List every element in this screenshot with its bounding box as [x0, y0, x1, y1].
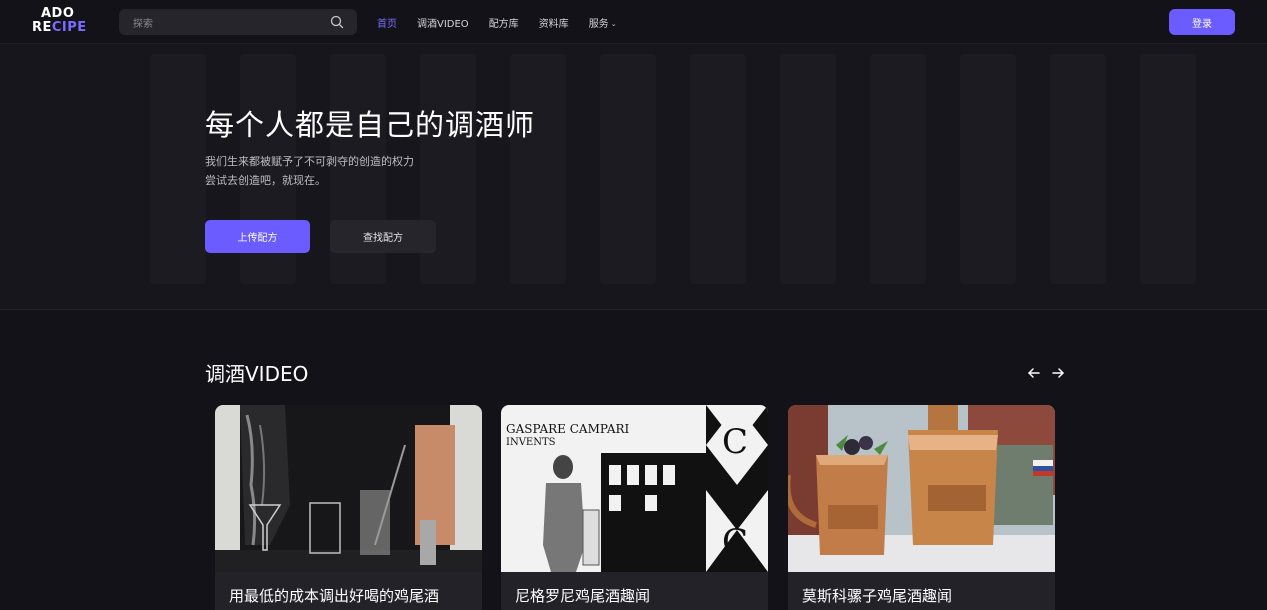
video-card[interactable]: 用最低的成本调出好喝的鸡尾酒	[215, 405, 482, 610]
chevron-down-icon: ⌄	[610, 20, 617, 28]
arrow-right-icon[interactable]	[1051, 366, 1065, 380]
menu-item-recipes[interactable]: 配方库	[489, 15, 519, 30]
search-placeholder: 探索	[133, 19, 153, 30]
video-card[interactable]: 莫斯科骡子鸡尾酒趣闻	[788, 405, 1055, 610]
video-card-title: 用最低的成本调出好喝的鸡尾酒	[229, 587, 440, 605]
video-card-title: 莫斯科骡子鸡尾酒趣闻	[802, 587, 953, 605]
logo-line1: ADO	[41, 6, 75, 21]
video-card-title: 尼格罗尼鸡尾酒趣闻	[515, 587, 651, 605]
hero-title: 每个人都是自己的调酒师	[205, 108, 536, 142]
login-button[interactable]: 登录	[1169, 9, 1235, 35]
video-card[interactable]: GASPARE CAMPARI INVENTS C C 尼格罗尼鸡尾酒趣闻	[501, 405, 768, 610]
menu-item-services[interactable]: 服务 ⌄	[589, 15, 617, 30]
upload-recipe-button[interactable]: 上传配方	[205, 220, 310, 253]
search-icon[interactable]	[330, 15, 344, 29]
logo-line2: RECIPE	[32, 20, 87, 35]
hero-subtitle: 我们生来都被赋予了不可剥夺的创造的权力 尝试去创造吧，就现在。	[205, 155, 414, 187]
find-recipe-button[interactable]: 查找配方	[330, 220, 436, 253]
video-thumbnail[interactable]: GASPARE CAMPARI INVENTS C C	[501, 405, 768, 572]
video-thumbnail[interactable]	[215, 405, 482, 572]
menu-item-home[interactable]: 首页	[377, 15, 397, 30]
logo[interactable]: ADO RECIPE	[32, 7, 92, 39]
hero-banner: 每个人都是自己的调酒师 我们生来都被赋予了不可剥夺的创造的权力 尝试去创造吧，就…	[0, 44, 1267, 310]
main-menu: 首页 调酒VIDEO 配方库 资料库 服务 ⌄	[377, 15, 637, 30]
hero-background-pattern	[0, 44, 1267, 309]
svg-text:GASPARE CAMPARI: GASPARE CAMPARI	[506, 422, 630, 436]
top-navbar: ADO RECIPE 探索 首页 调酒VIDEO 配方库 资料库 服务 ⌄ 登录	[0, 0, 1267, 44]
menu-item-resources[interactable]: 资料库	[539, 15, 569, 30]
section-title-video: 调酒VIDEO	[205, 362, 309, 386]
svg-text:C: C	[722, 522, 748, 562]
arrow-left-icon[interactable]	[1027, 366, 1041, 380]
search-input[interactable]: 探索	[119, 9, 357, 35]
carousel-controls	[1027, 366, 1065, 380]
svg-text:INVENTS: INVENTS	[506, 437, 556, 448]
video-thumbnail[interactable]	[788, 405, 1055, 572]
svg-text:C: C	[722, 422, 748, 462]
menu-item-video[interactable]: 调酒VIDEO	[417, 15, 469, 30]
